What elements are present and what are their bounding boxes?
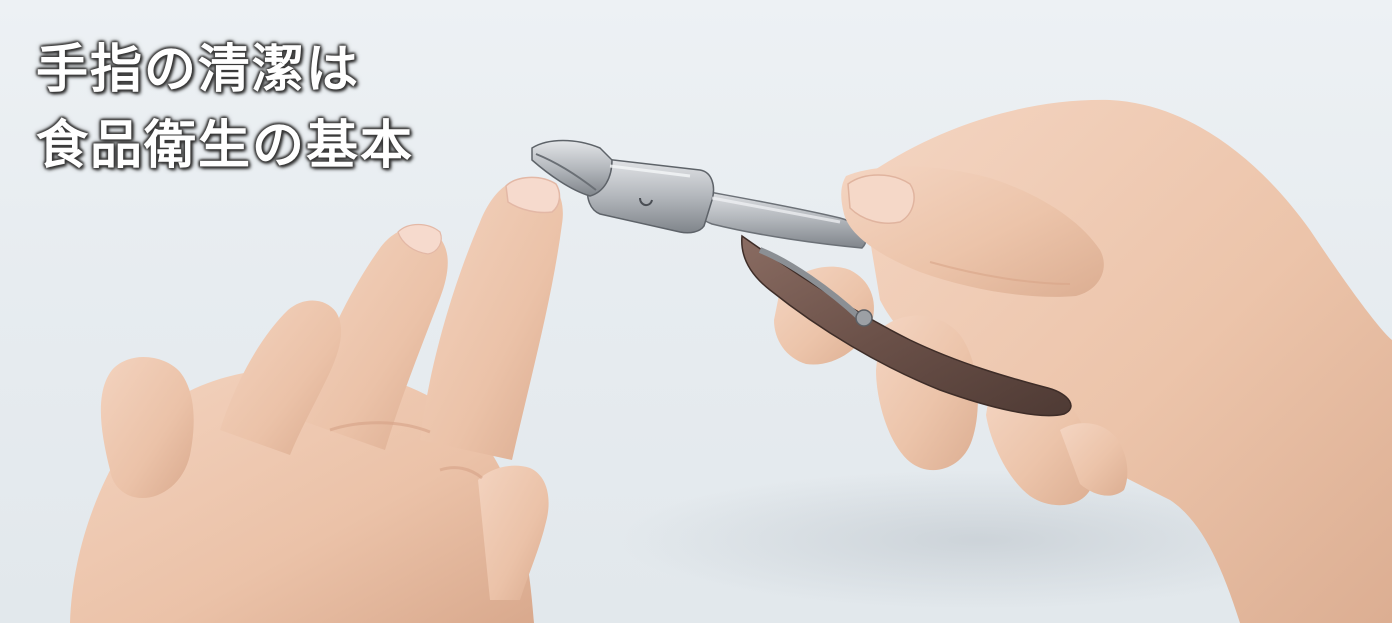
headline-line-1: 手指の清潔は: [36, 40, 361, 100]
banner: 手指の清潔は 食品衛生の基本: [0, 0, 1392, 623]
left-hand: [70, 176, 563, 623]
headline: 手指の清潔は 食品衛生の基本: [36, 32, 414, 184]
headline-line-2: 食品衛生の基本: [36, 116, 415, 176]
